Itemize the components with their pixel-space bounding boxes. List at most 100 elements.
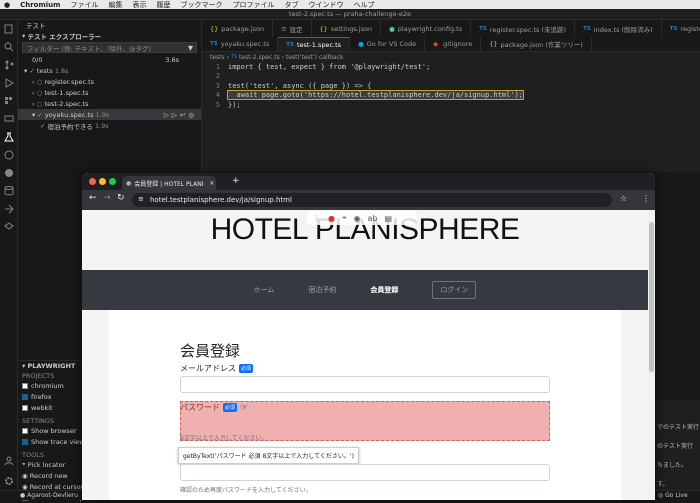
tab-settings-json[interactable]: {} settings.json bbox=[312, 20, 382, 37]
password-confirm-field[interactable] bbox=[180, 464, 550, 481]
filter-funnel-icon[interactable]: ▼ bbox=[188, 44, 196, 52]
tab-settings[interactable]: ≡ 設定 bbox=[273, 20, 312, 37]
code-editor[interactable]: 1 import { test, expect } from '@playwrig… bbox=[202, 62, 700, 172]
tab-gitignore[interactable]: ◆ .gitignore bbox=[425, 37, 482, 51]
typescript-icon: TS bbox=[230, 54, 238, 60]
go-icon: ● bbox=[358, 40, 364, 48]
breadcrumb-item[interactable]: test('test') callback bbox=[286, 54, 344, 61]
tab-package-json-worktree[interactable]: {} package.json (作業ツリー) bbox=[481, 37, 592, 51]
tab-register[interactable]: TSregister.spec.ts bbox=[662, 20, 700, 37]
tab-register-untracked[interactable]: TS register.spec.ts (未追跡) bbox=[471, 20, 576, 37]
search-icon[interactable] bbox=[0, 38, 18, 56]
filter-input[interactable]: フィルター (例: テキスト、!除外、@タグ) ▼ bbox=[22, 42, 197, 53]
remote-user[interactable]: ● Agaroot-Devlieru bbox=[20, 492, 78, 499]
pass-check-icon: ✓ bbox=[37, 110, 45, 119]
database-icon[interactable] bbox=[0, 182, 18, 200]
new-tab-icon[interactable]: + bbox=[232, 176, 240, 186]
tree-item-yoyaku[interactable]: ▾ ✓ yoyaku.spec.ts 1.9s ▷▷↩◎ bbox=[18, 109, 201, 120]
tree-item-test-2[interactable]: › ○ test-2.spec.ts bbox=[18, 98, 201, 109]
tab-package-json[interactable]: {} package.json bbox=[202, 20, 274, 37]
tree-item-label: yoyaku.spec.ts bbox=[44, 110, 94, 119]
bookmark-star-icon[interactable]: ☆ bbox=[620, 194, 627, 203]
address-bar[interactable]: ≡ hotel.testplanisphere.dev/ja/signup.ht… bbox=[132, 193, 612, 207]
debug-icon[interactable]: ▷ bbox=[172, 111, 180, 119]
menubar-item-window[interactable]: ウインドウ bbox=[308, 0, 343, 9]
apple-icon[interactable]: ● bbox=[4, 1, 10, 9]
remote-explorer-icon[interactable] bbox=[0, 110, 18, 128]
close-tab-icon[interactable]: × bbox=[209, 180, 214, 187]
settings-gear-icon[interactable] bbox=[0, 472, 18, 490]
tab-yoyaku[interactable]: TS yoyaku.spec.ts bbox=[202, 37, 279, 51]
watch-icon[interactable]: ◎ bbox=[188, 111, 197, 119]
layers-icon[interactable] bbox=[0, 218, 18, 236]
close-window-icon[interactable] bbox=[89, 178, 96, 185]
tab-index-deleted[interactable]: TS index.ts (削除済み) bbox=[575, 20, 662, 37]
reload-icon[interactable]: ↻ bbox=[117, 193, 125, 203]
menubar-item-edit[interactable]: 編集 bbox=[108, 0, 122, 9]
drag-handle-icon[interactable]: ⋮ bbox=[313, 214, 321, 223]
typescript-icon: TS bbox=[479, 25, 487, 32]
tree-item-reservation[interactable]: ✓ 宿泊予約できる 1.9s bbox=[18, 120, 201, 131]
breadcrumb-item[interactable]: test-2.spec.ts bbox=[239, 54, 280, 61]
breadcrumb: tests › TS test-2.spec.ts › test('test')… bbox=[202, 52, 700, 62]
site-info-icon[interactable]: ≡ bbox=[138, 195, 144, 203]
extensions-icon[interactable] bbox=[0, 92, 18, 110]
page-scrollbar[interactable] bbox=[648, 210, 655, 500]
github-icon[interactable] bbox=[0, 164, 18, 182]
menubar-item-bookmarks[interactable]: ブックマーク bbox=[180, 0, 222, 9]
minimize-window-icon[interactable] bbox=[99, 178, 106, 185]
tab-go-vscode[interactable]: ● Go for VS Code bbox=[350, 37, 426, 51]
notification-strip: でのテスト実行 のテスト実行 ちました。 す。 bbox=[655, 400, 700, 500]
vscode-titlebar: test-2.spec.ts — praha-challenge-e2e bbox=[0, 9, 700, 20]
source-control-icon[interactable] bbox=[0, 56, 18, 74]
checkbox-checked[interactable] bbox=[22, 438, 28, 445]
tree-item-register[interactable]: › ○ register.spec.ts bbox=[18, 76, 201, 87]
scrollbar-thumb[interactable] bbox=[649, 222, 654, 372]
docker-icon[interactable] bbox=[0, 146, 18, 164]
browser-tab-bar: ● 会員登録 | HOTEL PLANISPHERE × + bbox=[82, 173, 655, 190]
more-menu-icon[interactable]: ⋮ bbox=[642, 194, 650, 203]
menubar-item-help[interactable]: ヘルプ bbox=[353, 0, 374, 9]
testing-beaker-icon[interactable] bbox=[0, 128, 18, 146]
explorer-icon[interactable] bbox=[0, 20, 18, 38]
password-confirm-hint: 確認のため再度パスワードを入力してください。 bbox=[180, 487, 312, 494]
menubar-item-view[interactable]: 表示 bbox=[132, 0, 146, 9]
menubar-item-file[interactable]: ファイル bbox=[70, 0, 98, 9]
menubar-item-tab[interactable]: タブ bbox=[284, 0, 298, 9]
checkbox[interactable] bbox=[22, 382, 28, 389]
tree-item-tests[interactable]: ▾ ✓ tests 1.8s bbox=[18, 65, 201, 76]
assert-value-icon[interactable]: ▤ bbox=[384, 214, 392, 223]
menubar-item-history[interactable]: 履歴 bbox=[156, 0, 170, 9]
explorer-section-header[interactable]: ▾ テスト エクスプローラー bbox=[18, 30, 201, 41]
run-debug-icon[interactable] bbox=[0, 74, 18, 92]
record-icon[interactable]: ● bbox=[328, 214, 335, 223]
menubar-app-name[interactable]: Chromium bbox=[20, 1, 60, 9]
tab-test-1[interactable]: TS test-1.spec.ts bbox=[278, 37, 351, 51]
checkbox[interactable] bbox=[22, 404, 28, 411]
assert-text-icon[interactable]: ab bbox=[367, 214, 377, 223]
browser-tab[interactable]: ● 会員登録 | HOTEL PLANISPHERE × bbox=[122, 176, 216, 190]
email-field[interactable] bbox=[180, 376, 550, 393]
breadcrumb-item[interactable]: tests bbox=[210, 54, 225, 61]
tree-item-test-1[interactable]: › ○ test-1.spec.ts bbox=[18, 87, 201, 98]
go-live-button[interactable]: ◎ Go Live bbox=[658, 492, 688, 499]
nav-signup[interactable]: 会員登録 bbox=[370, 285, 398, 295]
account-icon[interactable] bbox=[0, 452, 18, 470]
tab-playwright-config[interactable]: ● playwright.config.ts bbox=[381, 20, 472, 37]
checkbox-checked[interactable] bbox=[22, 393, 28, 400]
tree-item-time: 1.8s bbox=[54, 66, 69, 75]
run-icon[interactable]: ▷ bbox=[164, 111, 172, 119]
typescript-icon: TS bbox=[210, 41, 218, 47]
pick-locator-icon[interactable]: ⌖ bbox=[342, 213, 347, 223]
code-line: 3 test('test', async ({ page }) => { bbox=[202, 81, 700, 91]
checkbox[interactable] bbox=[22, 427, 28, 434]
assert-visibility-icon[interactable]: ◉ bbox=[354, 214, 361, 223]
nav-login-button[interactable]: ログイン bbox=[432, 281, 477, 299]
nav-home[interactable]: ホーム bbox=[254, 285, 275, 295]
back-icon[interactable]: ← bbox=[89, 193, 97, 203]
deploy-icon[interactable] bbox=[0, 200, 18, 218]
forward-icon[interactable]: → bbox=[103, 193, 111, 203]
maximize-window-icon[interactable] bbox=[109, 178, 116, 185]
nav-reserve[interactable]: 宿泊予約 bbox=[308, 285, 336, 295]
menubar-item-profile[interactable]: プロファイル bbox=[232, 0, 274, 9]
